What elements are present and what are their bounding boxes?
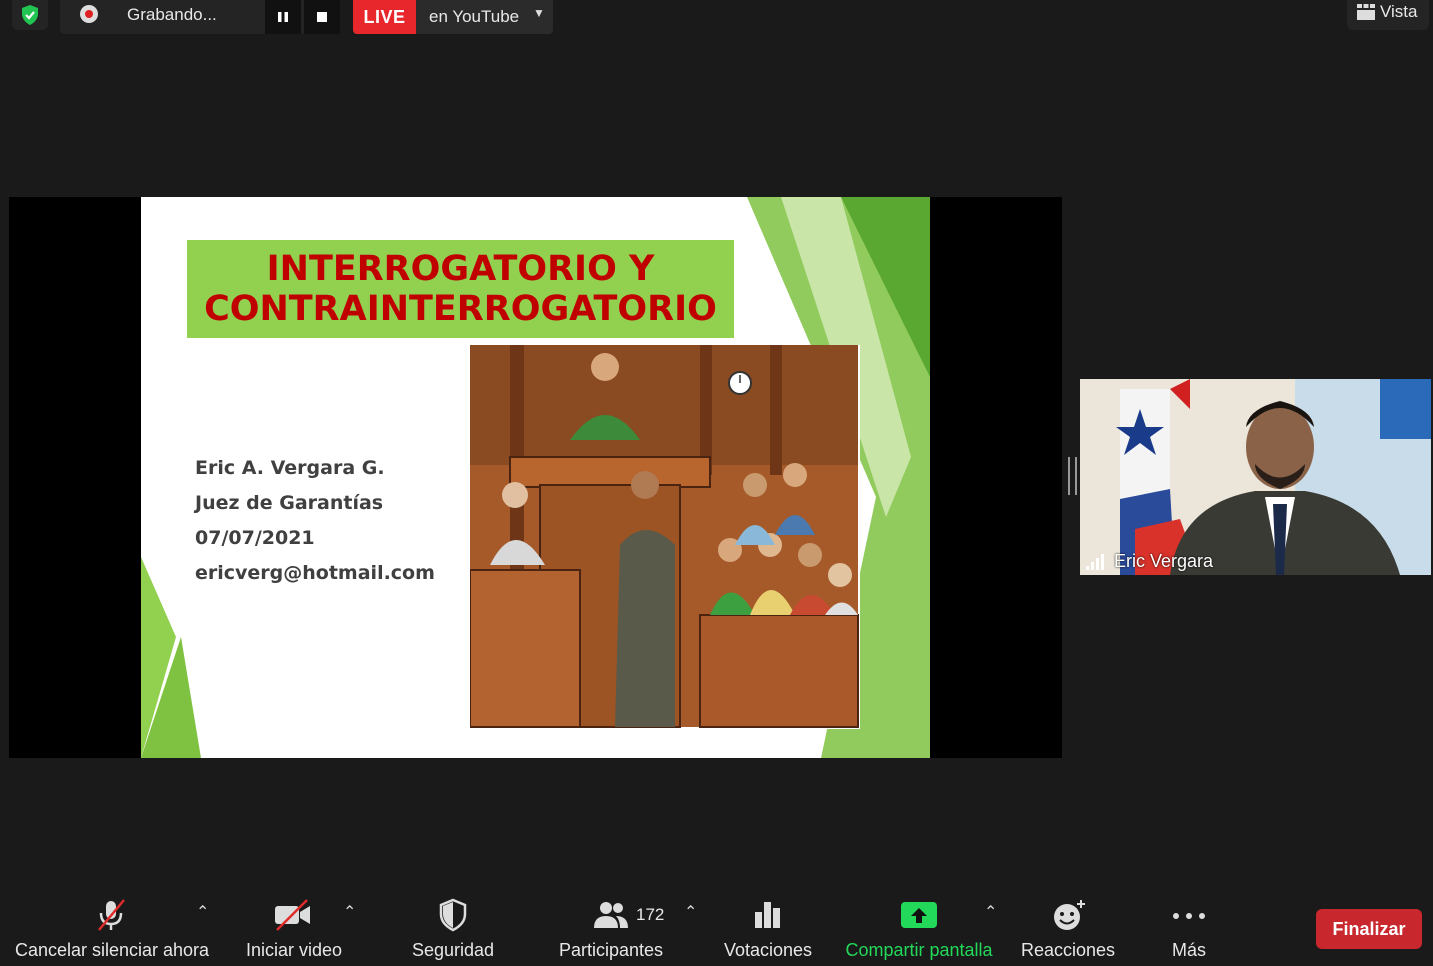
stop-recording-button[interactable] [304,0,340,34]
livestream-bar[interactable]: LIVE en YouTube ▼ [353,0,553,34]
pause-recording-button[interactable] [265,0,301,34]
unmute-button[interactable]: Cancelar silenciar ahora [15,940,209,961]
stop-icon [317,12,327,22]
share-options-chevron-icon[interactable]: ⌃ [984,902,997,922]
end-meeting-button[interactable]: Finalizar [1316,909,1422,949]
reactions-emoji-icon[interactable] [1051,898,1087,932]
more-button[interactable]: Más [1172,940,1206,961]
grid-view-icon [1357,4,1375,20]
participants-icon[interactable] [592,898,630,932]
slide-title-line-1: INTERROGATORIO Y [266,249,655,289]
polls-button[interactable]: Votaciones [724,940,812,961]
participants-options-chevron-icon[interactable]: ⌃ [684,902,697,922]
encryption-shield-icon[interactable] [12,0,48,30]
share-screen-button[interactable]: Compartir pantalla [845,940,992,961]
audio-options-chevron-icon[interactable]: ⌃ [196,902,209,922]
video-off-icon[interactable] [273,898,313,932]
slide-title-line-2: CONTRAINTERROGATORIO [204,289,717,329]
author-email: ericverg@hotmail.com [195,562,435,584]
panel-resize-handle[interactable] [1068,457,1077,495]
presentation-slide: INTERROGATORIO Y CONTRAINTERROGATORIO Er… [141,197,930,758]
participant-video[interactable]: Eric Vergara [1080,379,1431,575]
view-label: Vista [1380,2,1418,21]
live-badge: LIVE [353,0,416,34]
live-destination: en YouTube [429,7,520,26]
recording-icon [80,5,98,23]
author-name: Eric A. Vergara G. [195,457,385,479]
shield-check-icon [22,5,38,25]
signal-strength-icon [1086,554,1104,570]
chevron-down-icon[interactable]: ▼ [533,6,545,20]
recording-label: Grabando... [127,5,217,24]
more-options-icon[interactable] [1171,898,1207,932]
security-button[interactable]: Seguridad [412,940,494,961]
pause-icon [278,12,288,22]
slide-title-box: INTERROGATORIO Y CONTRAINTERROGATORIO [187,240,734,338]
share-screen-icon[interactable] [900,898,938,932]
courtroom-illustration [470,345,860,729]
video-options-chevron-icon[interactable]: ⌃ [343,902,356,922]
participants-button[interactable]: Participantes [559,940,663,961]
start-video-button[interactable]: Iniciar video [246,940,342,961]
slide-date: 07/07/2021 [195,527,315,549]
reactions-button[interactable]: Reacciones [1021,940,1115,961]
participant-video-feed [1080,379,1431,575]
participants-count: 172 [636,905,665,924]
participant-name: Eric Vergara [1114,551,1214,571]
view-button[interactable]: Vista [1347,0,1429,30]
shared-screen: INTERROGATORIO Y CONTRAINTERROGATORIO Er… [9,197,1062,758]
muted-microphone-icon[interactable] [94,898,128,932]
author-role: Juez de Garantías [195,492,384,514]
security-shield-icon[interactable] [438,898,468,932]
polls-icon[interactable] [753,898,783,932]
